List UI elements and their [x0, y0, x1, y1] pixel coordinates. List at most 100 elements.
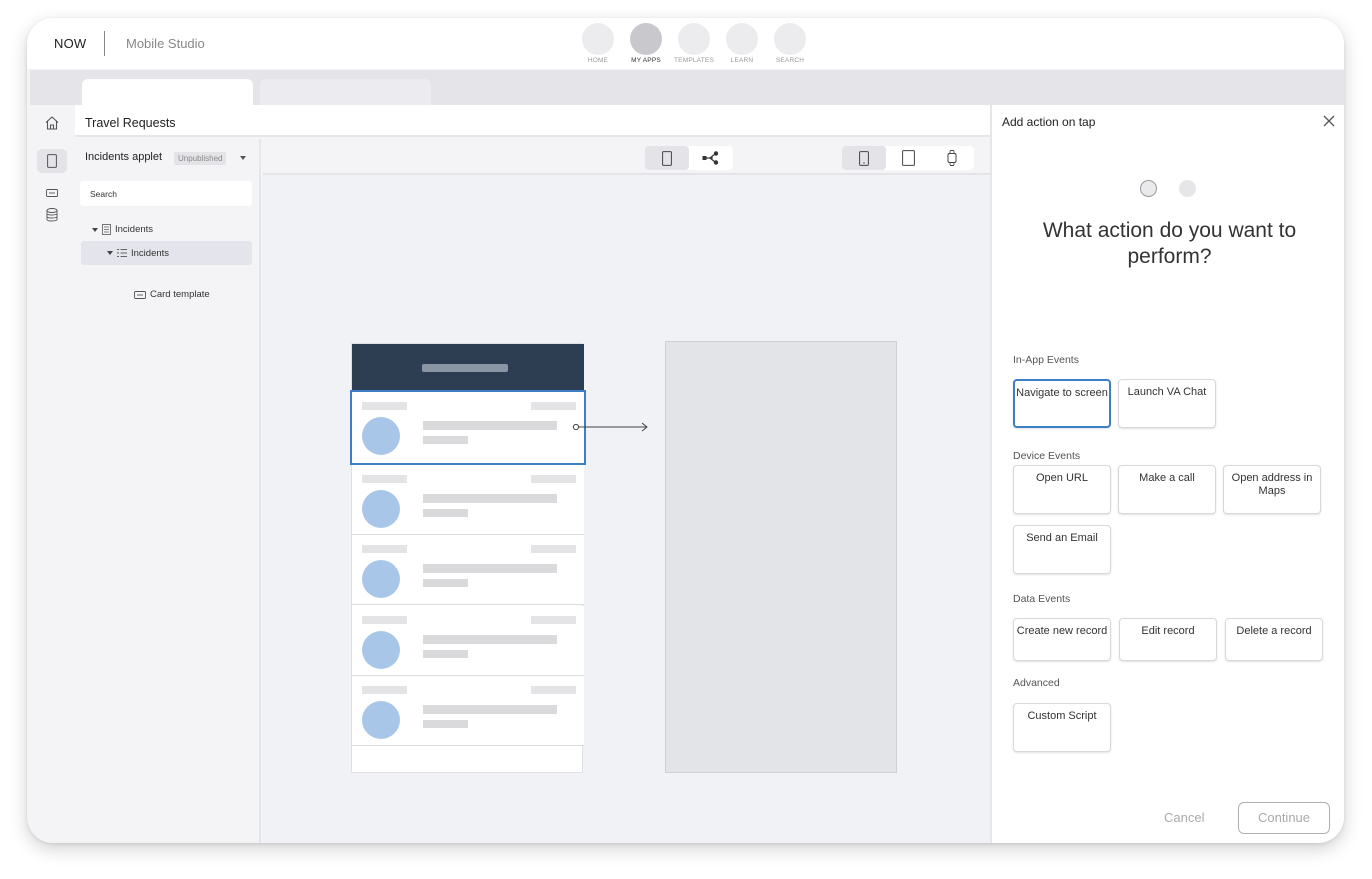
card-placeholder — [362, 545, 407, 553]
panel-title: Add action on tap — [1002, 115, 1096, 129]
device-toggle — [842, 146, 974, 170]
section-advanced: Advanced — [1013, 677, 1060, 689]
my-apps-nav-icon — [630, 23, 662, 55]
list-card-selected[interactable] — [350, 390, 586, 465]
applet-dropdown-icon[interactable] — [240, 156, 246, 160]
expand-icon[interactable] — [107, 251, 113, 255]
continue-button[interactable]: Continue — [1238, 802, 1330, 834]
document-icon — [102, 224, 111, 235]
target-screen-placeholder[interactable] — [665, 341, 897, 773]
card-placeholder — [531, 475, 576, 483]
phone-preview — [350, 343, 586, 773]
watch-icon — [947, 150, 957, 166]
top-bar: NOW Mobile Studio HOME MY APPS TEMPLATES… — [27, 18, 1344, 69]
cancel-button[interactable]: Cancel — [1164, 810, 1204, 825]
edit-record-button[interactable]: Edit record — [1119, 618, 1217, 661]
design-canvas — [263, 139, 990, 843]
view-mode-toggle — [645, 146, 733, 170]
connector-arrow-icon[interactable] — [571, 421, 651, 433]
open-url-button[interactable]: Open URL — [1013, 465, 1111, 514]
open-address-in-maps-button[interactable]: Open address in Maps — [1223, 465, 1321, 514]
card-placeholder — [423, 421, 557, 430]
card-placeholder — [423, 650, 468, 658]
avatar — [362, 490, 400, 528]
card-placeholder — [531, 616, 576, 624]
card-placeholder — [423, 635, 557, 644]
card-placeholder — [423, 509, 468, 517]
page-header: Travel Requests — [75, 105, 990, 137]
watch-preview-button[interactable] — [930, 146, 974, 170]
tab-inactive[interactable] — [260, 79, 431, 105]
canvas-toolbar — [263, 139, 990, 175]
card-placeholder — [362, 402, 407, 410]
step-dot-active — [1140, 180, 1157, 197]
navigate-to-screen-button[interactable]: Navigate to screen — [1013, 379, 1111, 428]
custom-script-button[interactable]: Custom Script — [1013, 703, 1111, 752]
tab-active[interactable] — [82, 79, 253, 105]
tablet-icon — [901, 150, 915, 166]
avatar — [362, 560, 400, 598]
nav-search[interactable]: SEARCH — [767, 23, 813, 64]
nav-my-apps[interactable]: MY APPS — [623, 23, 669, 64]
rail-data-button[interactable] — [37, 203, 67, 227]
flow-view-button[interactable] — [689, 146, 733, 170]
make-a-call-button[interactable]: Make a call — [1118, 465, 1216, 514]
rail-components-button[interactable] — [37, 181, 67, 205]
send-an-email-button[interactable]: Send an Email — [1013, 525, 1111, 574]
home-nav-icon — [582, 23, 614, 55]
product-name: Mobile Studio — [126, 36, 205, 51]
card-placeholder — [423, 564, 557, 573]
tree-node-card-template[interactable]: Card template — [134, 289, 210, 300]
delete-a-record-button[interactable]: Delete a record — [1225, 618, 1323, 661]
tab-strip — [30, 70, 1344, 105]
home-icon[interactable] — [44, 115, 60, 131]
nav-learn[interactable]: LEARN — [719, 23, 765, 64]
card-placeholder — [423, 579, 468, 587]
avatar — [362, 417, 400, 455]
list-card[interactable] — [352, 465, 584, 535]
card-placeholder — [531, 686, 576, 694]
design-view-button[interactable] — [645, 146, 689, 170]
close-icon[interactable] — [1322, 114, 1336, 128]
rail-screens-button[interactable] — [37, 149, 67, 173]
nav-templates[interactable]: TEMPLATES — [671, 23, 717, 64]
nav-learn-label: LEARN — [730, 57, 754, 64]
applet-name[interactable]: Incidents applet — [85, 151, 162, 163]
card-icon — [134, 290, 146, 299]
tablet-preview-button[interactable] — [886, 146, 930, 170]
section-device-events: Device Events — [1013, 450, 1081, 462]
launch-va-chat-button[interactable]: Launch VA Chat — [1118, 379, 1216, 428]
main-nav: HOME MY APPS TEMPLATES LEARN SEARCH — [575, 23, 815, 68]
card-placeholder — [362, 616, 407, 624]
phone-preview-button[interactable] — [842, 146, 886, 170]
tree-node-label: Incidents — [131, 247, 170, 259]
tree-node-label: Incidents — [115, 224, 154, 235]
step-indicator — [1140, 180, 1196, 197]
phone-header — [352, 344, 584, 390]
templates-nav-icon — [678, 23, 710, 55]
section-in-app-events: In-App Events — [1013, 354, 1079, 366]
nav-home[interactable]: HOME — [575, 23, 621, 64]
nav-home-label: HOME — [587, 57, 609, 64]
card-placeholder — [423, 705, 557, 714]
tree-node-incidents-screen[interactable]: Incidents — [92, 224, 153, 235]
expand-icon[interactable] — [92, 227, 98, 232]
create-new-record-button[interactable]: Create new record — [1013, 618, 1111, 661]
status-badge: Unpublished — [174, 152, 227, 165]
action-panel: Add action on tap What action do you wan… — [990, 105, 1344, 843]
section-data-events: Data Events — [1013, 593, 1071, 605]
nav-templates-label: TEMPLATES — [674, 57, 714, 64]
search-nav-icon — [774, 23, 806, 55]
list-card[interactable] — [352, 606, 584, 676]
tree-node-label: Card template — [150, 289, 210, 300]
tree-node-incidents-list[interactable]: Incidents — [81, 241, 252, 265]
card-placeholder — [362, 475, 407, 483]
list-card[interactable] — [352, 535, 584, 605]
brand-logo[interactable]: NOW — [54, 36, 86, 51]
app-window: NOW Mobile Studio HOME MY APPS TEMPLATES… — [27, 18, 1344, 843]
tree-search-input[interactable]: Search — [80, 181, 252, 206]
list-card[interactable] — [352, 676, 584, 746]
avatar — [362, 701, 400, 739]
card-placeholder — [423, 494, 557, 503]
card-placeholder — [362, 686, 407, 694]
